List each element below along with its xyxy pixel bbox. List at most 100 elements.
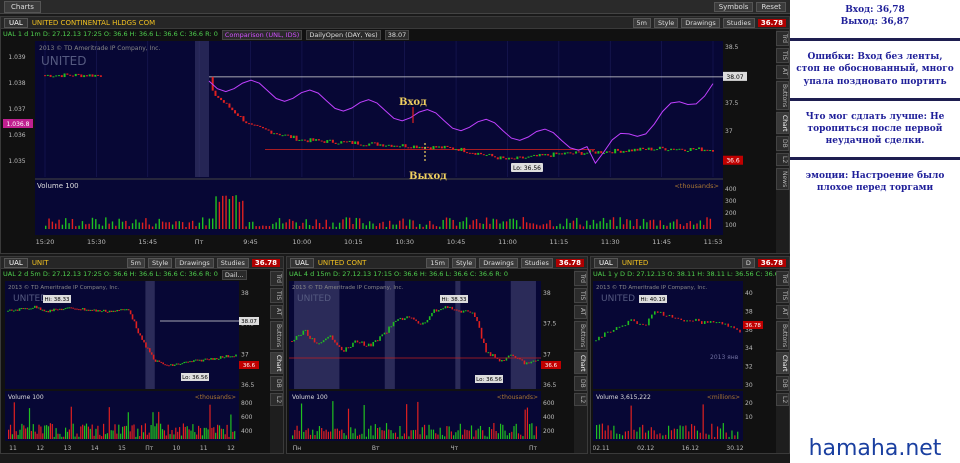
side-tab-tis[interactable]: TIS	[776, 47, 789, 64]
panel-15m-plot[interactable]: 2013 © TD Ameritrade IP Company, Inc. UNI…	[289, 281, 565, 453]
side-tab-buttons[interactable]: Buttons	[776, 80, 789, 110]
volume-bar	[338, 430, 341, 439]
panel-5m-style-button[interactable]: Style	[147, 257, 173, 268]
volume-bar	[316, 431, 318, 439]
candle	[189, 361, 191, 363]
volume-bar	[215, 196, 217, 229]
reset-button[interactable]: Reset	[756, 1, 786, 12]
side-tab-at[interactable]: AT	[574, 305, 587, 319]
candle	[361, 341, 363, 343]
candle	[544, 154, 547, 156]
side-tab-l2[interactable]: L2	[776, 153, 789, 167]
volume-bar	[45, 225, 47, 229]
panel-daily-interval-button[interactable]: D	[741, 257, 755, 268]
brand-watermark: UNITED	[601, 294, 635, 304]
panel-5m-studies-button[interactable]: Studies	[216, 257, 249, 268]
side-tab-trd[interactable]: Trd	[270, 271, 283, 286]
panel-15m-interval-button[interactable]: 15m	[426, 257, 449, 268]
panel-15m-studies-button[interactable]: Studies	[520, 257, 553, 268]
symbols-button[interactable]: Symbols	[713, 1, 754, 12]
side-tab-at[interactable]: AT	[776, 65, 789, 79]
volume-bar	[488, 426, 490, 439]
side-tab-buttons[interactable]: Buttons	[776, 320, 789, 350]
volume-bar	[180, 435, 183, 439]
side-tab-chart[interactable]: Chart	[574, 351, 587, 375]
tab-charts[interactable]: Charts	[4, 0, 41, 13]
volume-bar	[382, 221, 384, 229]
volume-bar	[212, 218, 214, 229]
panel-5m-plot[interactable]: 2013 © TD Ameritrade IP Company, Inc. UNI…	[5, 281, 263, 453]
side-tab-news[interactable]: News	[776, 168, 789, 191]
side-tab-trd[interactable]: Trd	[574, 271, 587, 286]
candle	[621, 325, 624, 327]
main-chart-canvas[interactable]: 2013 © TD Ameritrade IP Company, Inc. UNI…	[35, 41, 723, 247]
price-tick: 34	[745, 345, 753, 352]
side-tab-chart[interactable]: Chart	[270, 351, 283, 375]
candle	[597, 151, 600, 154]
volume-bar	[668, 425, 670, 439]
volume-bar	[282, 223, 284, 229]
side-tab-db[interactable]: DB	[270, 376, 283, 391]
side-tab-tis[interactable]: TIS	[776, 287, 789, 304]
panel-15m-style-button[interactable]: Style	[451, 257, 477, 268]
panel-5m-study[interactable]: Dail...	[221, 270, 247, 280]
side-tab-chart[interactable]: Chart	[776, 351, 789, 375]
candle	[474, 312, 476, 317]
interval-button[interactable]: 5m	[632, 17, 651, 28]
panel-daily-plot[interactable]: 2013 © TD Ameritrade IP Company, Inc. UNI…	[593, 281, 767, 453]
panel-daily-symbol[interactable]: UAL	[594, 257, 618, 268]
side-tab-db[interactable]: DB	[776, 376, 789, 391]
side-tab-db[interactable]: DB	[776, 136, 789, 151]
volume-bar	[379, 427, 381, 439]
candle	[295, 135, 298, 141]
volume-bar	[549, 220, 551, 229]
panel-15m-drawings-button[interactable]: Drawings	[479, 257, 518, 268]
high-label: Hi: 38.33	[441, 297, 467, 303]
candle	[492, 354, 494, 357]
volume-bar	[466, 430, 468, 439]
side-tab-tis[interactable]: TIS	[574, 287, 587, 304]
panel-5m-drawings-button[interactable]: Drawings	[175, 257, 214, 268]
candle	[68, 307, 71, 309]
symbol-field[interactable]: UAL	[4, 17, 28, 28]
volume-bar	[556, 226, 558, 229]
volume-bar	[607, 425, 609, 439]
time-tick: 14	[91, 445, 99, 452]
panel-5m-interval-button[interactable]: 5m	[126, 257, 145, 268]
side-tab-trd[interactable]: Trd	[776, 271, 789, 286]
side-tab-l2[interactable]: L2	[574, 393, 587, 407]
candle	[600, 151, 603, 154]
candle	[99, 75, 102, 77]
side-tab-buttons[interactable]: Buttons	[270, 320, 283, 350]
side-tab-l2[interactable]: L2	[776, 393, 789, 407]
price-tick: 38	[241, 290, 249, 297]
volume-bar	[596, 223, 598, 229]
comparison-study-label[interactable]: Comparison (UNL, IDS)	[221, 30, 303, 40]
side-tab-l2[interactable]: L2	[270, 393, 283, 407]
low-label: Lo: 36.56	[476, 377, 502, 383]
candle	[250, 123, 253, 125]
volume-bar	[23, 425, 25, 439]
drawings-button[interactable]: Drawings	[681, 17, 720, 28]
side-tab-db[interactable]: DB	[574, 376, 587, 391]
candle	[281, 135, 284, 137]
candle	[689, 320, 691, 322]
side-tab-trd[interactable]: Trd	[776, 31, 789, 46]
side-tab-buttons[interactable]: Buttons	[574, 320, 587, 350]
style-button[interactable]: Style	[653, 17, 679, 28]
panel-15m-symbol[interactable]: UAL	[290, 257, 314, 268]
studies-button[interactable]: Studies	[722, 17, 755, 28]
candle	[642, 323, 644, 325]
candle	[442, 308, 445, 310]
side-tab-at[interactable]: AT	[270, 305, 283, 319]
volume-bar	[452, 219, 454, 229]
candle	[440, 146, 443, 149]
candle	[125, 309, 128, 311]
candle	[376, 340, 379, 342]
time-tick: Вт	[372, 445, 380, 452]
dailyopen-study-label[interactable]: DailyOpen (DAY, Yes)	[306, 30, 381, 40]
side-tab-tis[interactable]: TIS	[270, 287, 283, 304]
side-tab-at[interactable]: AT	[776, 305, 789, 319]
panel-5m-symbol[interactable]: UAL	[4, 257, 28, 268]
side-tab-chart[interactable]: Chart	[776, 111, 789, 135]
